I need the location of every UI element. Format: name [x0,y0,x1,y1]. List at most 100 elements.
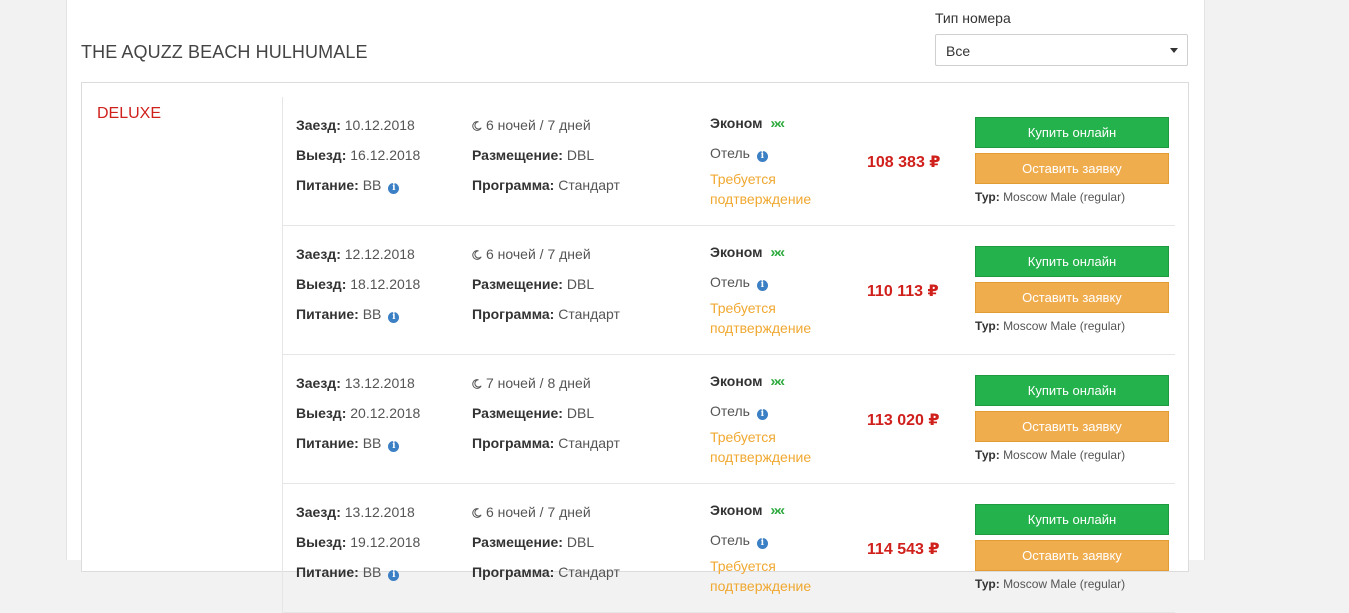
accommodation-label: Размещение: [472,276,563,292]
checkin-line: Заезд: 12.12.2018 [296,246,415,262]
program-value: Стандарт [558,435,620,451]
offer-row: Заезд: 12.12.2018 Выезд: 18.12.2018 Пита… [283,226,1175,355]
tour-name: Moscow Male (regular) [1003,319,1126,333]
hotel-label: Отель [710,403,750,419]
info-icon[interactable]: i [756,280,768,291]
room-panel: DELUXE Заезд: 10.12.2018 Выезд: 16.12.20… [81,82,1189,613]
price: 113 020 ₽ [867,412,940,429]
tour-name: Moscow Male (regular) [1003,577,1126,591]
chevrons-icon: »« [770,373,785,390]
nights-value: 6 ночей / 7 дней [486,117,591,133]
accommodation-value: DBL [566,276,595,292]
price: 110 113 ₽ [867,283,939,300]
meal-value: BB [362,435,382,451]
info-icon[interactable]: i [756,409,768,420]
accommodation-value: DBL [566,405,595,421]
leave-request-button[interactable]: Оставить заявку [975,411,1169,442]
room-type-select[interactable]: Все [935,34,1188,66]
leave-request-button[interactable]: Оставить заявку [975,153,1169,184]
hotel-line: Отель i [710,145,768,162]
checkin-label: Заезд: [296,246,341,262]
hotel-title: THE AQUZZ BEACH HULHUMALE [81,42,368,62]
nights-line: 6 ночей / 7 дней [472,246,591,262]
checkout-label: Выезд: [296,147,347,163]
buy-online-button[interactable]: Купить онлайн [975,504,1169,535]
checkout-date: 20.12.2018 [350,405,421,421]
offer-row: Заезд: 13.12.2018 Выезд: 20.12.2018 Пита… [283,355,1175,484]
info-icon[interactable]: i [756,151,768,162]
checkout-label: Выезд: [296,276,347,292]
tour-label: Тур: [975,319,1000,333]
moon-icon [472,379,482,389]
info-icon[interactable]: i [388,441,400,452]
checkout-line: Выезд: 18.12.2018 [296,276,420,292]
buy-online-button[interactable]: Купить онлайн [975,375,1169,406]
flight-class-label: Эконом [710,502,763,518]
confirmation-status: Требуется подтверждение [710,558,812,594]
meal-value: BB [362,177,382,193]
caret-down-icon [1170,48,1178,53]
confirmation-status: Требуется подтверждение [710,429,812,465]
meal-label: Питание: [296,306,359,322]
checkout-label: Выезд: [296,534,347,550]
program-line: Программа: Стандарт [472,177,620,193]
flight-class-label: Эконом [710,115,763,131]
buy-online-button[interactable]: Купить онлайн [975,246,1169,277]
accommodation-value: DBL [566,534,595,550]
accommodation-label: Размещение: [472,534,563,550]
confirmation-status: Требуется подтверждение [710,171,812,207]
info-icon[interactable]: i [756,538,768,549]
checkout-line: Выезд: 20.12.2018 [296,405,420,421]
meal-value: BB [362,306,382,322]
info-icon[interactable]: i [388,312,400,323]
nights-value: 6 ночей / 7 дней [486,246,591,262]
meal-line: Питание: BB i [296,306,400,323]
flight-class-line: Эконом »« [710,502,785,519]
hotel-line: Отель i [710,532,768,549]
info-icon[interactable]: i [388,183,400,194]
checkin-line: Заезд: 13.12.2018 [296,375,415,391]
hotel-label: Отель [710,274,750,290]
main-content: THE AQUZZ BEACH HULHUMALE Тип номера Все… [66,0,1205,613]
buy-online-button[interactable]: Купить онлайн [975,117,1169,148]
checkout-date: 18.12.2018 [350,276,421,292]
nights-line: 6 ночей / 7 дней [472,117,591,133]
tour-name: Moscow Male (regular) [1003,448,1126,462]
program-line: Программа: Стандарт [472,306,620,322]
moon-icon [472,121,482,131]
meal-label: Питание: [296,564,359,580]
meal-line: Питание: BB i [296,564,400,581]
meal-label: Питание: [296,435,359,451]
accommodation-line: Размещение: DBL [472,276,594,292]
checkin-date: 13.12.2018 [344,504,415,520]
program-label: Программа: [472,435,555,451]
program-label: Программа: [472,177,555,193]
checkout-line: Выезд: 16.12.2018 [296,147,420,163]
accommodation-line: Размещение: DBL [472,534,594,550]
info-icon[interactable]: i [388,570,400,581]
hotel-line: Отель i [710,403,768,420]
program-line: Программа: Стандарт [472,564,620,580]
program-label: Программа: [472,564,555,580]
flight-class-label: Эконом [710,373,763,389]
leave-request-button[interactable]: Оставить заявку [975,282,1169,313]
checkout-date: 19.12.2018 [350,534,421,550]
program-line: Программа: Стандарт [472,435,620,451]
flight-class-line: Эконом »« [710,115,785,132]
checkin-date: 10.12.2018 [344,117,415,133]
offer-row: Заезд: 13.12.2018 Выезд: 19.12.2018 Пита… [283,484,1175,613]
hotel-line: Отель i [710,274,768,291]
chevrons-icon: »« [770,115,785,132]
tour-line: Тур: Moscow Male (regular) [975,190,1125,204]
tour-label: Тур: [975,577,1000,591]
tour-line: Тур: Moscow Male (regular) [975,577,1125,591]
nights-value: 6 ночей / 7 дней [486,504,591,520]
leave-request-button[interactable]: Оставить заявку [975,540,1169,571]
program-label: Программа: [472,306,555,322]
flight-class-line: Эконом »« [710,244,785,261]
checkin-line: Заезд: 13.12.2018 [296,504,415,520]
offers-list: Заезд: 10.12.2018 Выезд: 16.12.2018 Пита… [282,97,1175,613]
meal-value: BB [362,564,382,580]
room-type-select-value: Все [946,43,971,59]
tour-label: Тур: [975,190,1000,204]
